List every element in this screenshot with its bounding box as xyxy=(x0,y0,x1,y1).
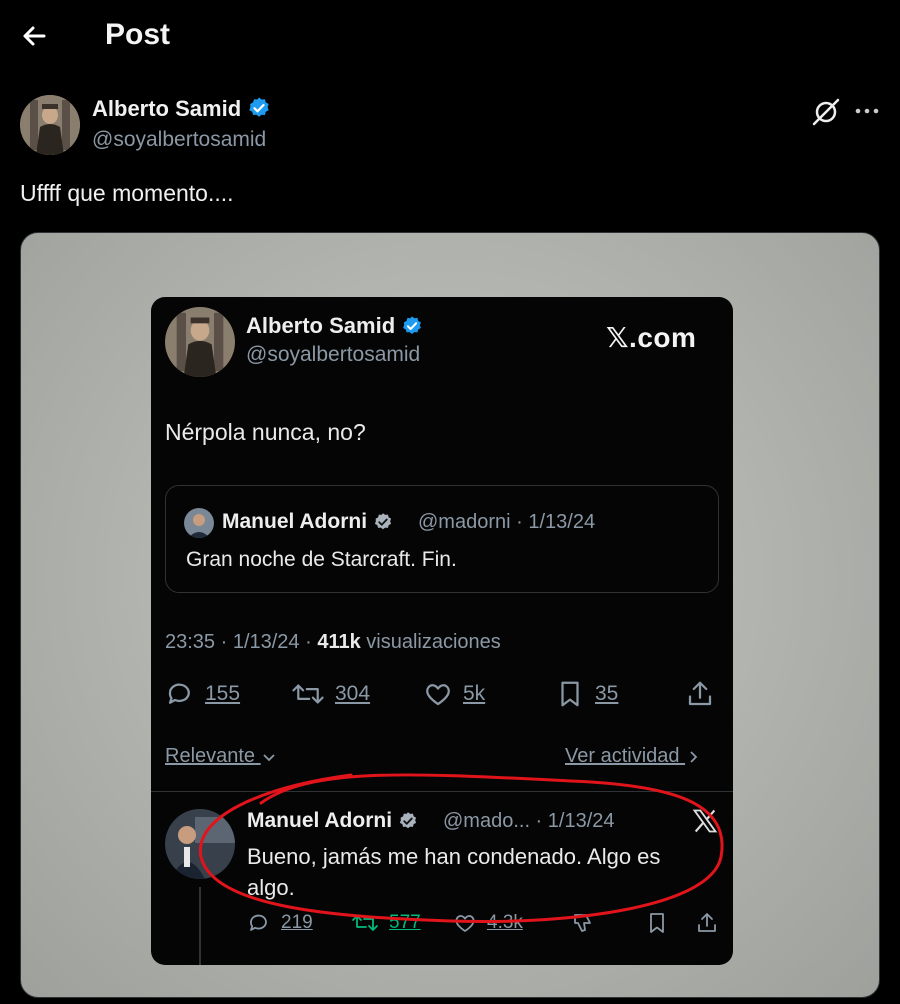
activity-label: Ver actividad xyxy=(565,745,680,767)
reply-avatar xyxy=(165,809,235,879)
thread-line xyxy=(199,887,201,965)
bookmark-count: 35 xyxy=(595,682,619,705)
repost-count: 304 xyxy=(335,682,371,705)
reply-icon xyxy=(165,679,195,709)
chevron-right-icon xyxy=(685,749,701,765)
repost-icon xyxy=(351,911,379,935)
share-action xyxy=(685,679,715,709)
post-metadata: 23:35 · 1/13/24 · 411k visualizaciones xyxy=(165,631,501,654)
quote-avatar xyxy=(184,508,214,538)
quote-author-name-text: Manuel Adorni xyxy=(222,510,368,533)
relevant-sort: Relevante xyxy=(165,745,277,768)
reply-bookmark-action xyxy=(645,911,669,935)
quote-text: Gran noche de Starcraft. Fin. xyxy=(186,548,457,571)
avatar[interactable] xyxy=(20,95,80,155)
author-name-text: Alberto Samid xyxy=(92,96,242,121)
bookmark-icon xyxy=(555,679,585,709)
reply-action: 155 xyxy=(165,679,240,709)
page-title: Post xyxy=(105,18,171,51)
share-icon xyxy=(695,911,719,935)
x-com-brand: 𝕏.com xyxy=(606,322,697,353)
author-name[interactable]: Alberto Samid xyxy=(92,96,271,122)
divider xyxy=(151,791,733,792)
reply-count: 155 xyxy=(205,682,241,705)
quoted-post: Manuel Adorni @madorni · 1/13/24 Gran no… xyxy=(165,485,719,593)
author-handle[interactable]: @soyalbertosamid xyxy=(92,128,266,152)
reply-author-name: Manuel Adorni xyxy=(247,809,418,833)
reply-like-count: 4.3k xyxy=(487,912,523,933)
like-action: 5k xyxy=(423,679,485,709)
reply-share-action xyxy=(695,911,719,935)
quote-author-name: Manuel Adorni xyxy=(222,510,393,534)
post-media-image[interactable]: Alberto Samid @soyalbertosamid 𝕏.com Nér… xyxy=(20,232,880,998)
screenshot-post-text: Nérpola nunca, no? xyxy=(165,419,366,445)
view-activity-link: Ver actividad xyxy=(565,745,701,768)
reply-text: Bueno, jamás me han condenado. Algo es a… xyxy=(247,844,661,900)
screenshot-author-name: Alberto Samid xyxy=(246,313,423,339)
verified-badge-icon xyxy=(247,96,271,120)
heart-icon xyxy=(453,911,477,935)
bookmark-icon xyxy=(645,911,669,935)
like-count: 5k xyxy=(463,682,486,705)
grok-icon[interactable] xyxy=(810,96,842,128)
reply-repost-action: 577 xyxy=(351,911,421,935)
embedded-screenshot: Alberto Samid @soyalbertosamid 𝕏.com Nér… xyxy=(151,297,733,965)
screenshot-author-name-text: Alberto Samid xyxy=(246,313,396,338)
views-label: visualizaciones xyxy=(360,631,501,653)
reply-author-name-text: Manuel Adorni xyxy=(247,809,393,832)
post-time-date: 23:35 · 1/13/24 · xyxy=(165,631,318,653)
screenshot-author-handle: @soyalbertosamid xyxy=(246,343,421,366)
relevant-label: Relevante xyxy=(165,745,256,767)
bookmark-action: 35 xyxy=(555,679,618,709)
share-icon xyxy=(685,679,715,709)
repost-icon xyxy=(291,679,325,709)
back-arrow-icon[interactable] xyxy=(18,20,50,52)
post-text: Uffff que momento.... xyxy=(20,180,234,206)
screenshot-avatar xyxy=(165,307,235,377)
thumbs-down-icon xyxy=(571,911,595,935)
repost-action: 304 xyxy=(291,679,370,709)
verified-badge-icon xyxy=(398,811,418,831)
reply-icon xyxy=(247,911,271,935)
chevron-down-icon xyxy=(261,749,277,765)
reply-reply-action: 219 xyxy=(247,911,313,935)
verified-badge-icon xyxy=(401,315,423,337)
views-count: 411k xyxy=(317,631,361,653)
reply-like-action: 4.3k xyxy=(453,911,523,935)
reply-dislike-action xyxy=(571,911,595,935)
verified-badge-icon xyxy=(373,512,393,532)
reply-handle-date: @mado... · 1/13/24 xyxy=(443,810,615,832)
heart-icon xyxy=(423,679,453,709)
reply-repost-count: 577 xyxy=(389,912,421,933)
quote-handle-date: @madorni · 1/13/24 xyxy=(418,511,596,533)
x-logo-icon xyxy=(691,807,719,835)
reply-reply-count: 219 xyxy=(281,912,313,933)
more-horizontal-icon[interactable] xyxy=(852,96,882,126)
